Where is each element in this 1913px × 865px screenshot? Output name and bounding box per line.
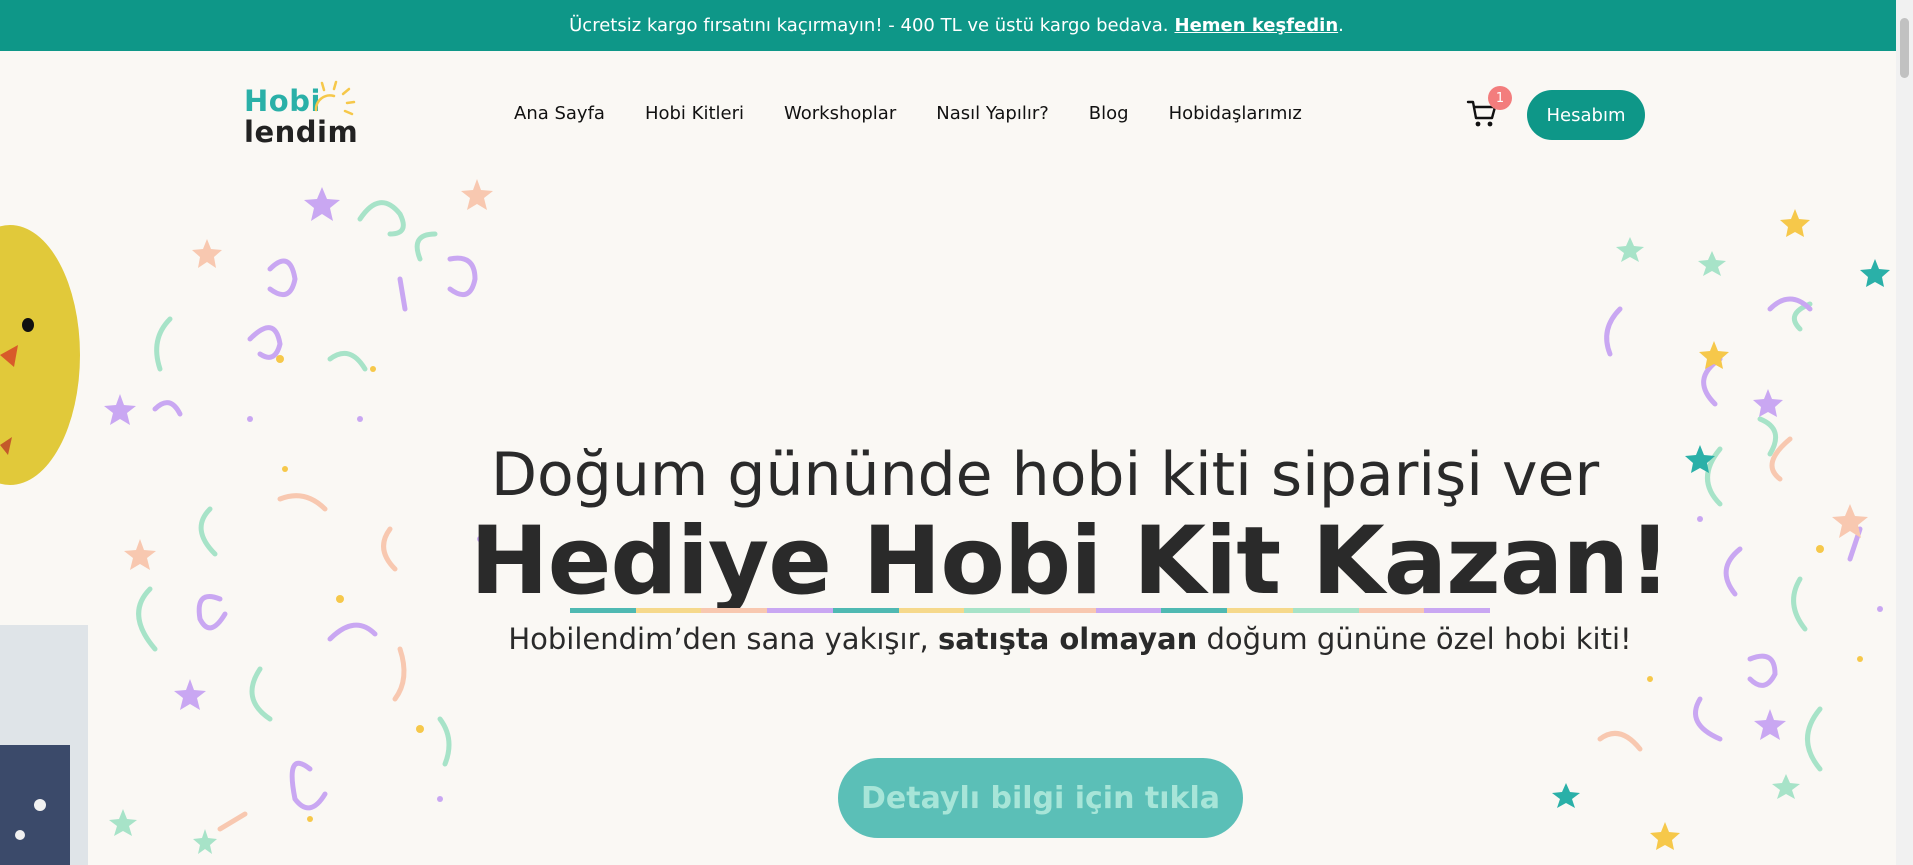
details-cta-button[interactable]: Detaylı bilgi için tıkla: [838, 758, 1243, 838]
site-header: Hobi lendim Ana Sayfa Hobi Kitleri Works…: [0, 51, 1896, 179]
cart-button[interactable]: 1: [1466, 86, 1512, 133]
account-button[interactable]: Hesabım: [1527, 90, 1645, 140]
hero-heading-line-2: Hediye Hobi Kit Kazan!: [470, 507, 1671, 616]
nav-item-nasil-yapilir[interactable]: Nasıl Yapılır?: [936, 103, 1049, 124]
heading-underline: [570, 608, 1491, 613]
nav-item-workshoplar[interactable]: Workshoplar: [784, 103, 896, 124]
hero-heading-line-1: Doğum gününde hobi kiti siparişi ver: [490, 440, 1600, 510]
scrollbar-thumb[interactable]: [1900, 18, 1909, 78]
main-nav: Ana Sayfa Hobi Kitleri Workshoplar Nasıl…: [514, 103, 1342, 124]
nav-item-hobidaslarimiz[interactable]: Hobidaşlarımız: [1169, 103, 1302, 124]
cart-count-badge: 1: [1488, 86, 1512, 110]
sun-icon: [314, 80, 356, 116]
hero-subtitle-bold: satışta olmayan: [937, 622, 1198, 656]
hero-subtitle-end: doğum gününe özel hobi kiti!: [1197, 622, 1632, 656]
announcement-period: .: [1338, 15, 1344, 36]
logo[interactable]: Hobi lendim: [244, 80, 364, 154]
hero-subtitle-start: Hobilendim’den sana yakışır,: [508, 622, 938, 656]
hero-subtitle: Hobilendim’den sana yakışır, satışta olm…: [470, 622, 1670, 656]
nav-item-blog[interactable]: Blog: [1089, 103, 1129, 124]
announcement-text: Ücretsiz kargo fırsatını kaçırmayın! - 4…: [569, 15, 1169, 36]
announcement-link[interactable]: Hemen keşfedin: [1175, 15, 1339, 36]
scrollbar[interactable]: [1896, 0, 1913, 865]
announcement-bar: Ücretsiz kargo fırsatını kaçırmayın! - 4…: [0, 0, 1913, 51]
nav-item-hobi-kitleri[interactable]: Hobi Kitleri: [645, 103, 744, 124]
nav-item-ana-sayfa[interactable]: Ana Sayfa: [514, 103, 605, 124]
crochet-chick-image: [0, 225, 88, 865]
